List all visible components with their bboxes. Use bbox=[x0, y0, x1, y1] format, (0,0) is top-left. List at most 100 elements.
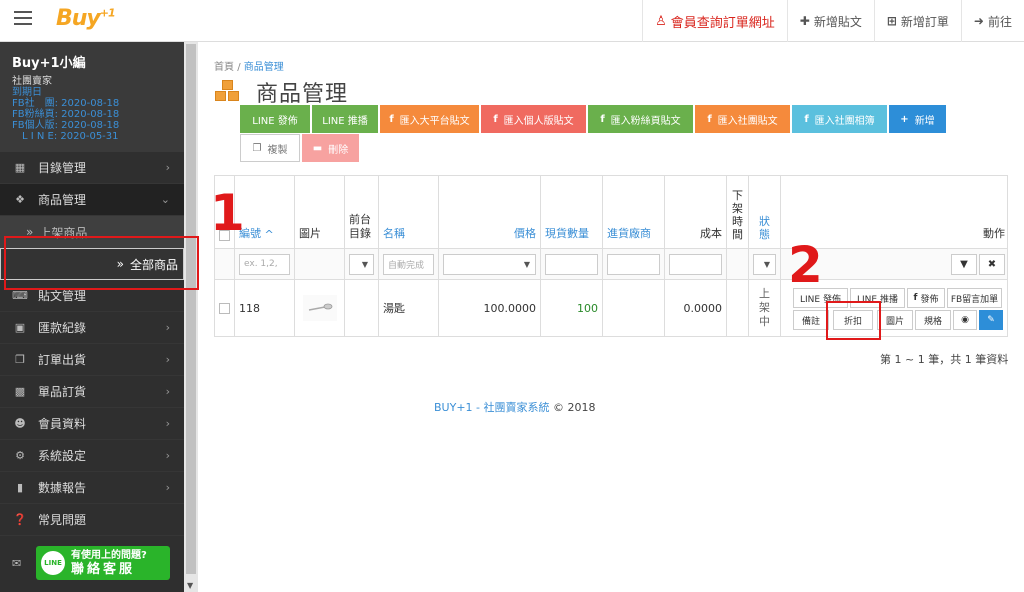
filter-catalog-select[interactable]: ▼ bbox=[349, 253, 374, 275]
sidebar-item-faq[interactable]: ❓ 常見問題 bbox=[0, 504, 184, 536]
breadcrumb-sep: / bbox=[237, 62, 241, 73]
sidebar-item-members[interactable]: ☻ 會員資料 › bbox=[0, 408, 184, 440]
new-post-button[interactable]: ✚ 新增貼文 bbox=[786, 0, 874, 42]
import-fanpage-button[interactable]: f 匯入粉絲頁貼文 bbox=[588, 105, 693, 133]
line-publish-button[interactable]: LINE 發佈 bbox=[240, 105, 310, 133]
import-platform-button[interactable]: f 匯入大平台貼文 bbox=[380, 105, 479, 133]
filter-button[interactable]: ▼ bbox=[951, 253, 977, 275]
row-edit-button[interactable]: ✎ bbox=[979, 310, 1003, 330]
scroll-down-icon[interactable]: ▼ bbox=[187, 581, 193, 590]
sidebar-item-item-order[interactable]: ▩ 單品訂貨 › bbox=[0, 376, 184, 408]
header-label: 現貨數量 bbox=[545, 227, 589, 240]
scrollbar-thumb[interactable] bbox=[186, 44, 196, 574]
sidebar-item-products[interactable]: ❖ 商品管理 ⌄ bbox=[0, 184, 184, 216]
filter-blank bbox=[215, 249, 235, 279]
line-push-button[interactable]: LINE 推播 bbox=[312, 105, 378, 133]
sidebar-item-label: 數據報告 bbox=[38, 481, 87, 495]
expiry-title: 到期日 bbox=[12, 87, 42, 98]
new-order-button[interactable]: ⊞ 新增訂單 bbox=[873, 0, 961, 42]
filter-stock-input[interactable] bbox=[545, 253, 598, 275]
row-image-button[interactable]: 圖片 bbox=[877, 310, 913, 330]
action-toolbar: LINE 發佈 LINE 推播 f 匯入大平台貼文 f 匯入個人版貼文 f 匯入粉絲頁… bbox=[240, 105, 948, 133]
filter-icon: ▼ bbox=[960, 258, 968, 270]
sidebar-scrollbar[interactable]: ▼ bbox=[184, 42, 198, 592]
menu-toggle-icon[interactable] bbox=[14, 11, 32, 27]
row-fb-publish-button[interactable]: f 發佈 bbox=[907, 288, 945, 308]
btn-label: 匯入社團相簿 bbox=[814, 115, 875, 127]
expiry-fb-page: FB粉絲頁: 2020-08-18 bbox=[12, 109, 120, 120]
header-label: 價格 bbox=[514, 227, 536, 240]
header-front-catalog: 前台目錄 bbox=[345, 176, 379, 248]
sidebar-item-catalog[interactable]: ▦ 目錄管理 › bbox=[0, 152, 184, 184]
profile-name: Buy+1小編 bbox=[12, 56, 86, 71]
header-label: 前台目錄 bbox=[349, 213, 371, 240]
row-fb-comment-order-button[interactable]: FB留言加單 bbox=[947, 288, 1002, 308]
breadcrumb-current[interactable]: 商品管理 bbox=[244, 62, 284, 73]
header-name[interactable]: 名稱 bbox=[379, 176, 439, 248]
secondary-toolbar: ❐ 複製 ▬ 刪除 bbox=[240, 134, 361, 162]
profile-role: 社團賣家 bbox=[12, 76, 52, 87]
sidebar-item-label: 商品管理 bbox=[38, 193, 87, 207]
delete-button[interactable]: ▬ 刪除 bbox=[302, 134, 359, 162]
sidebar-item-label: 會員資料 bbox=[38, 417, 87, 431]
sidebar-item-settings[interactable]: ⚙ 系統設定 › bbox=[0, 440, 184, 472]
member-order-label: 會員查詢訂單網址 bbox=[670, 15, 775, 31]
row-spec-button[interactable]: 規格 bbox=[915, 310, 951, 330]
bar-chart-icon: ▮ bbox=[16, 481, 24, 494]
goto-button[interactable]: ➜ 前往 bbox=[960, 0, 1024, 42]
row-stock: 100 bbox=[541, 280, 603, 336]
filter-supplier-input[interactable] bbox=[607, 253, 660, 275]
filter-name-input[interactable]: 自動完成 bbox=[383, 253, 434, 275]
btn-label: 複製 bbox=[267, 144, 288, 156]
filter-id-input[interactable]: ex. 1,2, bbox=[239, 253, 290, 275]
table-row[interactable]: 118 湯匙 100.0000 100 0.0000 上架中 LINE 發佈 L… bbox=[215, 280, 1007, 336]
member-order-link[interactable]: ♙ 會員查詢訂單網址 bbox=[642, 0, 787, 42]
btn-label: 規格 bbox=[923, 316, 942, 327]
top-bar: Buy+1 ♙ 會員查詢訂單網址 ✚ 新增貼文 ⊞ 新增訂單 ➜ 前往 bbox=[0, 0, 1024, 42]
copy-button[interactable]: ❐ 複製 bbox=[240, 134, 300, 162]
header-price[interactable]: 價格 bbox=[439, 176, 541, 248]
clear-filter-button[interactable]: ✖ bbox=[979, 253, 1005, 275]
row-view-button[interactable]: ◉ bbox=[953, 310, 977, 330]
sidebar-item-reports[interactable]: ▮ 數據報告 › bbox=[0, 472, 184, 504]
facebook-icon: f bbox=[600, 113, 605, 125]
filter-price-select[interactable]: ▼ bbox=[443, 253, 536, 275]
header-stock[interactable]: 現貨數量 bbox=[541, 176, 603, 248]
filter-status-select[interactable]: ▼ bbox=[753, 253, 776, 275]
header-label: 成本 bbox=[700, 227, 722, 240]
chevron-right-icon: › bbox=[165, 449, 170, 462]
sidebar-item-payments[interactable]: ▣ 匯款紀錄 › bbox=[0, 312, 184, 344]
logo-sup: +1 bbox=[99, 6, 116, 20]
tag-icon: ❖ bbox=[15, 193, 25, 206]
header-label: 狀態 bbox=[759, 215, 770, 241]
eye-icon: ◉ bbox=[961, 315, 969, 325]
line-support-button[interactable]: LINE 有使用上的問題? 聯絡客服 bbox=[36, 546, 170, 580]
btn-label: 匯入個人版貼文 bbox=[503, 115, 574, 127]
facebook-icon: f bbox=[913, 293, 918, 303]
chevron-down-icon: ▼ bbox=[763, 259, 770, 269]
row-image[interactable] bbox=[295, 280, 345, 336]
trash-icon: ▬ bbox=[312, 142, 323, 154]
page-title: 商品管理 bbox=[256, 82, 349, 107]
logo[interactable]: Buy+1 bbox=[56, 6, 116, 31]
filter-catalog: ▼ bbox=[345, 249, 379, 279]
footer-brand[interactable]: BUY+1 - 社團賣家系統 bbox=[434, 401, 550, 414]
breadcrumb-home[interactable]: 首頁 bbox=[214, 62, 234, 73]
row-delist bbox=[727, 280, 749, 336]
btn-label: 匯入大平台貼文 bbox=[399, 115, 470, 127]
sidebar-item-shipping[interactable]: ❐ 訂單出貨 › bbox=[0, 344, 184, 376]
btn-label: FB留言加單 bbox=[950, 294, 999, 305]
add-button[interactable]: + 新增 bbox=[889, 105, 946, 133]
header-status[interactable]: 狀態 bbox=[749, 176, 781, 248]
filter-stock bbox=[541, 249, 603, 279]
checkbox[interactable] bbox=[219, 302, 230, 314]
filter-cost-input[interactable] bbox=[669, 253, 722, 275]
row-status-text: 上架中 bbox=[759, 287, 770, 328]
import-group-post-button[interactable]: f 匯入社團貼文 bbox=[695, 105, 790, 133]
annotation-number-2: 2 bbox=[788, 236, 823, 294]
header-supplier[interactable]: 進貨廠商 bbox=[603, 176, 665, 248]
row-note-button[interactable]: 備註 bbox=[793, 310, 829, 330]
import-personal-button[interactable]: f 匯入個人版貼文 bbox=[481, 105, 586, 133]
import-group-album-button[interactable]: f 匯入社團相簿 bbox=[792, 105, 887, 133]
filter-price: ▼ bbox=[439, 249, 541, 279]
